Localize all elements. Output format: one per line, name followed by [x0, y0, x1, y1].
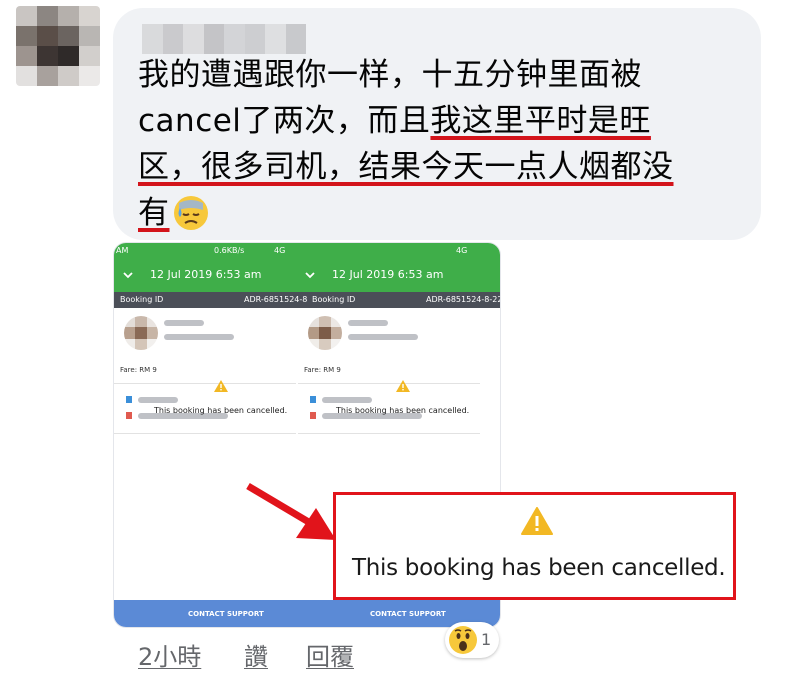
booking-panel-left: Fare: RM 9 This booking has been cancell…: [114, 308, 296, 608]
warning-triangle-icon: [521, 507, 553, 535]
comment-text-line-2: cancel了两次，而且: [138, 103, 431, 139]
divider: [114, 433, 296, 434]
status-time: AM: [116, 246, 129, 255]
fare-right: Fare: RM 9: [304, 366, 341, 374]
callout-text: This booking has been cancelled.: [352, 555, 726, 581]
comment-highlight-2: 区，很多司机，结果今天一点人烟都没: [138, 149, 674, 185]
sweat-downcast-face-icon: [173, 195, 208, 230]
commenter-avatar[interactable]: [16, 6, 100, 86]
driver-name-blurred: [164, 320, 204, 326]
vehicle-blurred: [348, 334, 418, 340]
contact-support-bar: CONTACT SUPPORT CONTACT SUPPORT: [114, 600, 500, 627]
comment-highlight-3: 有: [138, 195, 170, 231]
chevron-down-icon[interactable]: [304, 269, 316, 281]
pickup-blurred: [138, 397, 178, 403]
reaction-badge[interactable]: 1: [445, 622, 499, 658]
comment-highlight-1: 我这里平时是旺: [430, 103, 651, 139]
cancel-message-left: This booking has been cancelled.: [154, 406, 288, 415]
warning-triangle-icon: [214, 380, 228, 392]
vehicle-blurred: [164, 334, 234, 340]
comment-time-link[interactable]: 2小時: [138, 637, 201, 672]
like-button[interactable]: 讚: [244, 637, 268, 672]
booking-id-label: Booking ID: [120, 295, 164, 304]
booking-id-label-2: Booking ID: [312, 295, 356, 304]
booking-id-value-2: ADR-6851524-8-22: [426, 295, 500, 304]
contact-support-button-right[interactable]: CONTACT SUPPORT: [370, 610, 446, 618]
cancelled-callout: This booking has been cancelled.: [333, 492, 736, 600]
contact-support-button-left[interactable]: CONTACT SUPPORT: [188, 610, 264, 618]
cancel-message-right: This booking has been cancelled.: [336, 406, 470, 415]
status-network-2: 4G: [456, 246, 468, 255]
chevron-down-icon[interactable]: [122, 269, 134, 281]
author-name-blurred[interactable]: [142, 24, 306, 54]
warning-triangle-icon: [396, 380, 410, 392]
booking-id-bar: Booking ID ADR-6851524-8 Booking ID ADR-…: [114, 292, 500, 308]
dropoff-icon: [310, 412, 316, 419]
booking-header: 12 Jul 2019 6:53 am 12 Jul 2019 6:53 am: [114, 259, 500, 295]
divider: [298, 383, 480, 384]
dropoff-icon: [126, 412, 132, 419]
wow-emoji-icon: [449, 626, 477, 654]
divider: [114, 383, 296, 384]
status-speed: 0.6KB/s: [214, 246, 245, 255]
reaction-count: 1: [481, 630, 492, 649]
driver-name-blurred: [348, 320, 388, 326]
comment-text: 我的遭遇跟你一样，十五分钟里面被 cancel了两次，而且我这里平时是旺区，很多司…: [138, 52, 748, 236]
reply-button[interactable]: 回覆: [306, 637, 354, 672]
driver-avatar-blurred: [124, 316, 158, 350]
status-bar: AM 0.6KB/s 4G 4G: [114, 243, 500, 259]
fare-left: Fare: RM 9: [120, 366, 157, 374]
divider: [298, 433, 480, 434]
driver-avatar-blurred: [308, 316, 342, 350]
booking-date-right: 12 Jul 2019 6:53 am: [332, 268, 444, 281]
pickup-icon: [310, 396, 316, 403]
booking-id-value: ADR-6851524-8: [244, 295, 308, 304]
pickup-icon: [126, 396, 132, 403]
pickup-blurred: [322, 397, 372, 403]
comment-text-line-1: 我的遭遇跟你一样，十五分钟里面被: [138, 57, 642, 93]
status-network: 4G: [274, 246, 286, 255]
booking-date-left: 12 Jul 2019 6:53 am: [150, 268, 262, 281]
